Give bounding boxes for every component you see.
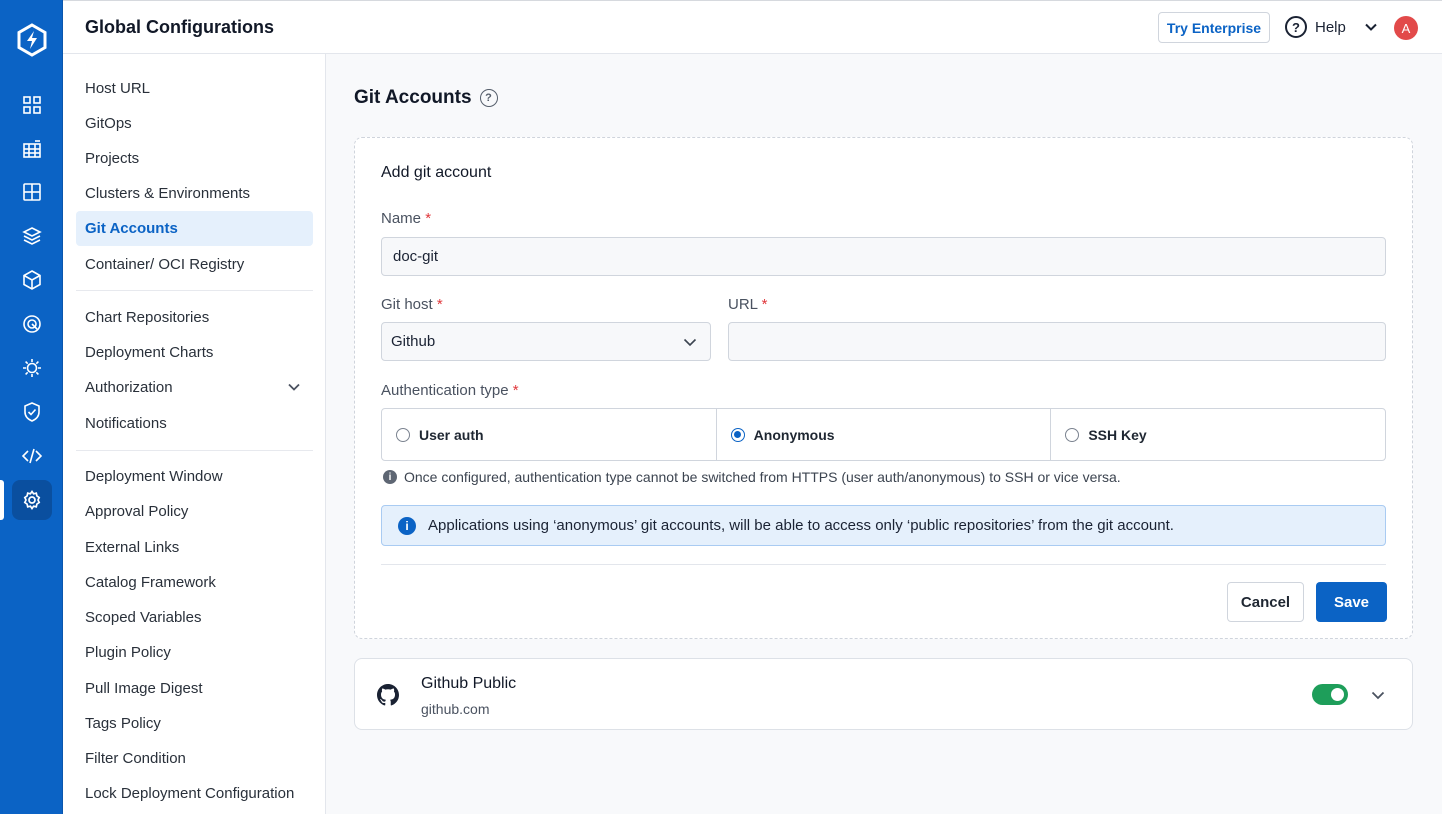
nav-item-chart-repositories[interactable]: Chart Repositories [76,300,313,335]
git-host-select[interactable]: Github [381,322,711,361]
nav-item-scoped-variables[interactable]: Scoped Variables [76,600,313,635]
settings-nav: Host URL GitOps Projects Clusters & Envi… [63,54,326,814]
dashboard-grid-icon[interactable] [0,172,63,212]
avatar[interactable]: A [1394,16,1418,40]
git-host-label-text: Git host [381,296,433,313]
required-mark: * [512,382,519,399]
nav-item-filter-condition[interactable]: Filter Condition [76,741,313,776]
auth-option-label: SSH Key [1088,426,1147,443]
auth-type-label-text: Authentication type [381,382,509,399]
nav-item-approval-policy[interactable]: Approval Policy [76,494,313,529]
chevron-down-icon [683,338,697,347]
anonymous-info-banner: i Applications using ‘anonymous’ git acc… [381,505,1386,546]
nav-item-projects[interactable]: Projects [76,141,313,176]
auth-type-note-text: Once configured, authentication type can… [404,469,1121,485]
nav-item-pull-image-digest[interactable]: Pull Image Digest [76,671,313,706]
gear-bug-icon[interactable] [0,348,63,388]
info-icon: i [383,470,397,484]
help-label: Help [1315,18,1346,36]
nav-item-external-links[interactable]: External Links [76,530,313,565]
help-icon: ? [1285,16,1307,38]
git-host-value: Github [391,333,436,350]
git-account-row[interactable]: Github Public github.com [354,658,1413,730]
left-rail [0,0,63,814]
url-label: URL * [728,296,767,313]
code-icon[interactable] [0,436,63,476]
add-git-account-form: Add git account Name * doc-git Git host … [354,137,1413,639]
nav-item-host-url[interactable]: Host URL [76,71,313,106]
stack-layers-icon[interactable] [0,216,63,256]
url-input[interactable] [728,322,1386,361]
nav-item-notifications[interactable]: Notifications [76,406,313,441]
auth-option-user-auth[interactable]: User auth [382,409,717,460]
git-account-host: github.com [421,701,490,717]
chevron-down-icon[interactable] [1370,687,1386,703]
nav-item-container-oci-registry[interactable]: Container/ OCI Registry [76,247,313,282]
auth-type-note: i Once configured, authentication type c… [383,469,1121,485]
url-label-text: URL [728,296,758,313]
target-icon[interactable] [0,304,63,344]
git-host-label: Git host * [381,296,443,313]
nav-item-tags-policy[interactable]: Tags Policy [76,706,313,741]
auth-type-label: Authentication type * [381,382,519,399]
nav-item-deployment-charts[interactable]: Deployment Charts [76,335,313,370]
chart-table-icon[interactable] [0,129,63,169]
chevron-down-icon [288,383,300,391]
nav-item-lock-deployment-configuration[interactable]: Lock Deployment Configuration [76,776,313,811]
radio-button[interactable] [1065,427,1080,442]
radio-button-selected[interactable] [730,427,745,442]
account-enabled-toggle[interactable] [1312,684,1348,705]
cancel-button[interactable]: Cancel [1227,582,1304,622]
cube-icon[interactable] [0,260,63,300]
info-icon: i [398,516,416,535]
auth-option-label: User auth [419,426,484,443]
nav-item-authorization-label: Authorization [85,379,173,396]
nav-item-gitops[interactable]: GitOps [76,106,313,141]
app-grid-icon[interactable] [0,85,63,125]
nav-divider [76,450,313,451]
shield-check-icon[interactable] [0,392,63,432]
settings-gear-icon[interactable] [0,480,63,520]
auth-option-anonymous[interactable]: Anonymous [717,409,1052,460]
page-title: Git Accounts ? [354,87,498,109]
try-enterprise-button[interactable]: Try Enterprise [1158,12,1270,43]
save-button[interactable]: Save [1316,582,1387,622]
git-account-name: Github Public [421,675,517,692]
top-header: Global Configurations Try Enterprise ? H… [63,0,1442,54]
radio-button[interactable] [396,427,410,442]
page-title-text: Git Accounts [354,87,472,108]
nav-item-authorization[interactable]: Authorization [76,370,313,405]
main-content: Git Accounts ? Add git account Name * do… [327,54,1442,814]
form-divider [381,564,1386,565]
required-mark: * [761,296,768,313]
nav-item-clusters-environments[interactable]: Clusters & Environments [76,176,313,211]
nav-item-catalog-framework[interactable]: Catalog Framework [76,565,313,600]
devtron-logo-icon[interactable] [14,22,50,58]
required-mark: * [425,210,432,227]
info-banner-text: Applications using ‘anonymous’ git accou… [428,517,1174,534]
nav-item-git-accounts[interactable]: Git Accounts [76,211,313,246]
help-menu[interactable]: ? Help [1285,16,1378,38]
nav-item-plugin-policy[interactable]: Plugin Policy [76,635,313,670]
nav-divider [76,290,313,291]
page-header-title: Global Configurations [85,17,274,37]
nav-item-deployment-window[interactable]: Deployment Window [76,459,313,494]
required-mark: * [436,296,443,313]
name-label: Name * [381,210,431,227]
auth-type-radio-group: User auth Anonymous SSH Key [381,408,1386,461]
name-label-text: Name [381,210,422,227]
chevron-down-icon [1365,23,1377,31]
auth-option-label: Anonymous [753,426,835,443]
github-icon [377,684,399,706]
form-title: Add git account [381,164,492,181]
help-circle-icon[interactable]: ? [479,89,498,107]
name-input[interactable]: doc-git [381,237,1386,276]
auth-option-ssh-key[interactable]: SSH Key [1051,409,1385,460]
